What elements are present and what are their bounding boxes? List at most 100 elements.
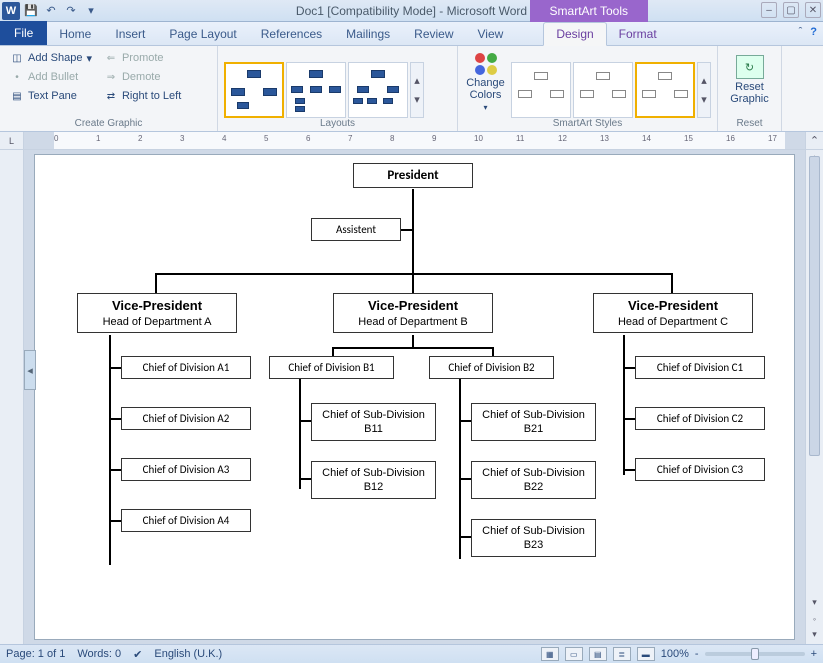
node-b21[interactable]: Chief of Sub-Division B21: [471, 403, 596, 441]
layout-option-3[interactable]: [348, 62, 408, 118]
full-screen-view-icon[interactable]: ▭: [565, 647, 583, 661]
redo-icon[interactable]: ↷: [62, 2, 80, 20]
proofing-icon[interactable]: ✔: [133, 648, 142, 661]
save-icon[interactable]: 💾: [22, 2, 40, 20]
print-layout-view-icon[interactable]: ▦: [541, 647, 559, 661]
window-buttons: ‒ ▢ ✕: [761, 2, 821, 18]
org-chart[interactable]: President Assistent Vice-President Head …: [57, 163, 772, 631]
node-b1[interactable]: Chief of Division B1: [269, 356, 394, 379]
vertical-scrollbar[interactable]: ▴ ▾ ◦ ▾: [805, 150, 823, 644]
colors-icon: [475, 53, 497, 75]
node-c1[interactable]: Chief of Division C1: [635, 356, 765, 379]
node-vp-c[interactable]: Vice-President Head of Department C: [593, 293, 753, 333]
add-shape-label: Add Shape: [28, 52, 82, 64]
node-president[interactable]: President: [353, 163, 473, 188]
layouts-more[interactable]: ▴▾: [410, 62, 424, 118]
next-page-icon[interactable]: ▾: [806, 629, 823, 640]
zoom-slider[interactable]: [705, 652, 805, 656]
vp-a-title: Vice-President: [112, 298, 202, 313]
file-tab[interactable]: File: [0, 21, 47, 45]
word-app-icon[interactable]: W: [2, 2, 20, 20]
rtl-button[interactable]: ⇄Right to Left: [100, 87, 185, 105]
status-words[interactable]: Words: 0: [77, 648, 121, 660]
node-a3[interactable]: Chief of Division A3: [121, 458, 251, 481]
node-vp-a[interactable]: Vice-President Head of Department A: [77, 293, 237, 333]
promote-label: Promote: [122, 52, 164, 64]
browse-object-icon[interactable]: ◦: [806, 614, 823, 624]
b12-label: Chief of Sub-Division B12: [322, 467, 425, 493]
vp-a-subtitle: Head of Department A: [84, 316, 230, 328]
text-pane-label: Text Pane: [28, 90, 77, 102]
close-icon[interactable]: ✕: [805, 2, 821, 18]
group-smartart-styles: Change Colors ▾ ▴▾ SmartArt Styles: [458, 46, 718, 131]
status-page[interactable]: Page: 1 of 1: [6, 648, 65, 660]
layout-option-1[interactable]: [224, 62, 284, 118]
minimize-ribbon-icon[interactable]: ˆ: [799, 26, 803, 38]
tab-view[interactable]: View: [466, 23, 516, 45]
tab-insert[interactable]: Insert: [103, 23, 157, 45]
restore-icon[interactable]: ▢: [783, 2, 799, 18]
style-option-1[interactable]: [511, 62, 571, 118]
style-option-2[interactable]: [573, 62, 633, 118]
vertical-ruler[interactable]: [0, 150, 24, 644]
rtl-icon: ⇄: [104, 89, 118, 103]
horizontal-ruler[interactable]: 01234567891011121314151617: [24, 132, 805, 149]
add-bullet-label: Add Bullet: [28, 71, 78, 83]
node-a2[interactable]: Chief of Division A2: [121, 407, 251, 430]
node-b22[interactable]: Chief of Sub-Division B22: [471, 461, 596, 499]
ruler-corner[interactable]: L: [0, 132, 24, 149]
tab-page-layout[interactable]: Page Layout: [157, 23, 248, 45]
demote-label: Demote: [122, 71, 161, 83]
group-label-layouts: Layouts: [218, 118, 457, 129]
reset-icon: ↻: [736, 55, 764, 79]
node-c3[interactable]: Chief of Division C3: [635, 458, 765, 481]
styles-more[interactable]: ▴▾: [697, 62, 711, 118]
text-pane-button[interactable]: ▤ Text Pane: [6, 87, 96, 105]
tab-format[interactable]: Format: [607, 23, 669, 45]
qat-customize-icon[interactable]: ▾: [82, 2, 100, 20]
node-c2[interactable]: Chief of Division C2: [635, 407, 765, 430]
node-b23[interactable]: Chief of Sub-Division B23: [471, 519, 596, 557]
help-icon[interactable]: ?: [810, 26, 817, 38]
scroll-thumb[interactable]: [809, 156, 820, 456]
undo-icon[interactable]: ↶: [42, 2, 60, 20]
add-bullet-button[interactable]: •Add Bullet: [6, 68, 96, 86]
draft-view-icon[interactable]: ▬: [637, 647, 655, 661]
text-pane-handle[interactable]: ◂: [24, 350, 36, 390]
node-b2[interactable]: Chief of Division B2: [429, 356, 554, 379]
add-shape-button[interactable]: ◫Add Shape▾: [6, 49, 96, 67]
minimize-icon[interactable]: ‒: [761, 2, 777, 18]
promote-button[interactable]: ⇐Promote: [100, 49, 185, 67]
demote-icon: ⇒: [104, 70, 118, 84]
page[interactable]: President Assistent Vice-President Head …: [34, 154, 795, 640]
node-assistant[interactable]: Assistent: [311, 218, 401, 241]
node-b12[interactable]: Chief of Sub-Division B12: [311, 461, 436, 499]
zoom-level[interactable]: 100%: [661, 648, 689, 660]
node-a4[interactable]: Chief of Division A4: [121, 509, 251, 532]
group-label-reset: Reset: [718, 118, 781, 129]
zoom-in-button[interactable]: +: [811, 648, 817, 660]
outline-view-icon[interactable]: ≣: [613, 647, 631, 661]
style-option-3[interactable]: [635, 62, 695, 118]
demote-button[interactable]: ⇒ Demote: [100, 68, 185, 86]
text-pane-icon: ▤: [10, 89, 24, 103]
node-vp-b[interactable]: Vice-President Head of Department B: [333, 293, 493, 333]
tab-references[interactable]: References: [249, 23, 334, 45]
zoom-out-button[interactable]: -: [695, 648, 699, 660]
layout-option-2[interactable]: [286, 62, 346, 118]
tab-mailings[interactable]: Mailings: [334, 23, 402, 45]
tab-design[interactable]: Design: [543, 22, 606, 46]
status-language[interactable]: English (U.K.): [154, 648, 222, 660]
scroll-down-icon[interactable]: ▾: [806, 597, 823, 608]
node-b11[interactable]: Chief of Sub-Division B11: [311, 403, 436, 441]
ribbon-tabs: File Home Insert Page Layout References …: [0, 22, 823, 46]
node-a1[interactable]: Chief of Division A1: [121, 356, 251, 379]
web-layout-view-icon[interactable]: ▤: [589, 647, 607, 661]
group-reset: ↻ Reset Graphic Reset: [718, 46, 782, 131]
page-area: President Assistent Vice-President Head …: [24, 150, 805, 644]
tab-home[interactable]: Home: [47, 23, 103, 45]
change-colors-label: Change Colors: [464, 77, 507, 101]
tab-review[interactable]: Review: [402, 23, 465, 45]
ruler-toggle-icon[interactable]: ⌃: [805, 132, 823, 149]
zoom-handle[interactable]: [751, 648, 759, 660]
